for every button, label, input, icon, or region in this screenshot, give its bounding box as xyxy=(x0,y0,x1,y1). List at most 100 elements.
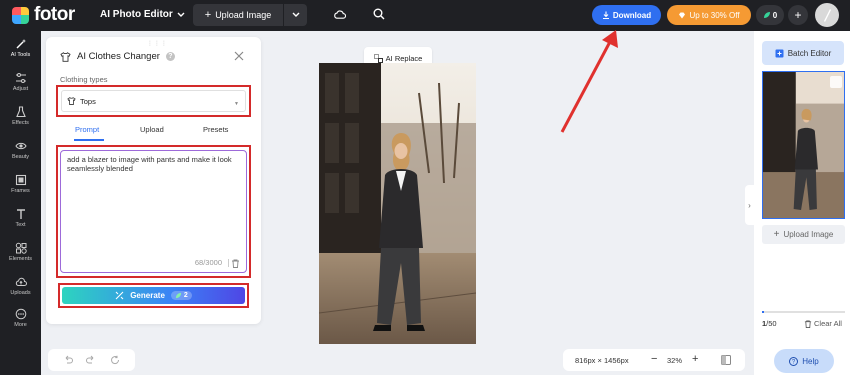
rail-item-elements[interactable]: Elements xyxy=(0,239,41,269)
upload-group: + Upload Image xyxy=(193,4,307,26)
prompt-textarea[interactable]: add a blazer to image with pants and mak… xyxy=(60,150,247,273)
text-icon xyxy=(16,209,25,219)
logo-text: fotor xyxy=(34,4,75,25)
panel-title-text: AI Clothes Changer xyxy=(77,51,160,62)
top-bar: fotor AI Photo Editor + Upload Image Dow… xyxy=(0,0,850,31)
compare-icon[interactable] xyxy=(721,355,731,365)
generate-cost-badge: 2 xyxy=(170,291,192,300)
tab-upload[interactable]: Upload xyxy=(140,125,164,134)
counter-divider xyxy=(228,259,229,267)
rail-item-adjust[interactable]: Adjust xyxy=(0,69,41,99)
clear-all-button[interactable]: Clear All xyxy=(804,319,842,328)
canvas-photo[interactable] xyxy=(319,63,476,344)
rail-item-frames[interactable]: Frames xyxy=(0,171,41,201)
flask-icon xyxy=(15,106,26,118)
reset-icon[interactable] xyxy=(110,355,120,365)
rail-label: Uploads xyxy=(10,290,31,296)
rail-label: Elements xyxy=(9,256,32,262)
rail-item-text[interactable]: Text xyxy=(0,205,41,235)
logo[interactable]: fotor xyxy=(12,5,75,25)
undo-icon[interactable] xyxy=(63,355,73,365)
image-thumbnail[interactable] xyxy=(762,71,845,219)
more-icon xyxy=(15,308,26,320)
sparkle-tools-icon xyxy=(115,291,124,300)
rail-item-beauty[interactable]: Beauty xyxy=(0,137,41,167)
zoom-out-button[interactable]: − xyxy=(651,353,657,365)
search-icon[interactable] xyxy=(373,8,385,20)
woman-in-suit-photo xyxy=(319,63,476,344)
shirt-icon xyxy=(67,97,76,105)
shapes-icon xyxy=(15,242,27,254)
rail-item-more[interactable]: More xyxy=(0,305,41,335)
thumbnail-photo xyxy=(763,72,844,218)
upload-image-label: Upload Image xyxy=(783,230,834,239)
upload-image-button[interactable]: + Upload Image xyxy=(193,4,283,26)
panel-title: AI Clothes Changer ? xyxy=(60,51,175,62)
avatar[interactable] xyxy=(815,3,839,27)
clothing-type-select[interactable]: Tops ▼ xyxy=(61,90,246,112)
thumbnail-options-icon[interactable] xyxy=(830,76,842,88)
clothing-type-value: Tops xyxy=(80,96,96,106)
help-icon: ? xyxy=(789,356,799,366)
generate-highlight: Generate 2 xyxy=(58,283,249,308)
zoom-in-button[interactable]: + xyxy=(692,353,698,365)
upload-dropdown-button[interactable] xyxy=(284,4,307,26)
image-count-total: /50 xyxy=(766,319,777,328)
plus-icon: + xyxy=(773,229,780,240)
rail-label: More xyxy=(14,322,27,328)
active-tab-indicator xyxy=(74,139,104,141)
image-count: 1/50 xyxy=(762,319,777,328)
batch-icon xyxy=(775,49,784,57)
magic-wand-icon xyxy=(16,39,26,49)
trash-icon[interactable] xyxy=(231,259,240,268)
rail-item-uploads[interactable]: Uploads xyxy=(0,273,41,303)
character-counter: 68/3000 xyxy=(194,258,222,267)
batch-editor-button[interactable]: Batch Editor xyxy=(762,41,844,65)
promo-button[interactable]: Up to 30% Off xyxy=(667,5,751,25)
right-panel: Batch Editor + Upload Image 1/50 Clear A… xyxy=(754,31,850,375)
download-label: Download xyxy=(612,10,652,20)
help-button[interactable]: ? Help xyxy=(774,349,834,373)
redo-icon[interactable] xyxy=(86,355,96,365)
cloud-upload-icon xyxy=(15,277,27,286)
rail-label: Frames xyxy=(11,188,30,194)
rail-label: AI Tools xyxy=(10,52,31,58)
plus-icon: + xyxy=(204,9,212,21)
editor-menu[interactable]: AI Photo Editor xyxy=(100,9,185,20)
sliders-icon xyxy=(15,73,26,83)
generate-label: Generate xyxy=(130,291,165,300)
chevron-right-icon: › xyxy=(748,200,751,210)
upload-image-label: Upload Image xyxy=(215,10,272,20)
info-icon[interactable]: ? xyxy=(165,52,175,61)
rail-item-ai-tools[interactable]: AI Tools xyxy=(0,35,41,65)
history-toolbar xyxy=(48,349,135,371)
generate-button[interactable]: Generate 2 xyxy=(62,287,245,304)
drag-handle-icon[interactable]: ⋮⋮⋮ xyxy=(147,40,168,47)
zoom-level[interactable]: 32% xyxy=(667,356,682,365)
credits-badge[interactable]: 0 xyxy=(756,5,784,25)
cloud-icon[interactable] xyxy=(333,8,346,21)
clothing-types-label: Clothing types xyxy=(60,75,108,84)
download-icon xyxy=(602,11,609,19)
rail-item-effects[interactable]: Effects xyxy=(0,103,41,133)
chevron-down-icon xyxy=(177,12,185,17)
close-icon[interactable] xyxy=(234,51,244,61)
prompt-highlight: add a blazer to image with pants and mak… xyxy=(56,145,251,278)
tab-prompt[interactable]: Prompt xyxy=(75,125,99,134)
plus-icon: + xyxy=(794,8,802,22)
upload-image-button-secondary[interactable]: + Upload Image xyxy=(762,225,845,244)
batch-progress-fill xyxy=(762,311,764,313)
tab-presets[interactable]: Presets xyxy=(203,125,228,134)
shirt-icon xyxy=(60,51,71,62)
add-credits-button[interactable]: + xyxy=(788,5,808,25)
ai-replace-icon xyxy=(373,53,383,63)
caret-down-icon: ▼ xyxy=(234,101,239,107)
user-avatar-icon xyxy=(824,9,831,22)
clothes-changer-panel: ⋮⋮⋮ AI Clothes Changer ? Clothing types … xyxy=(46,37,261,324)
leaf-icon xyxy=(175,292,182,299)
rail-label: Effects xyxy=(12,120,29,126)
frame-icon xyxy=(15,174,26,186)
help-label: Help xyxy=(802,356,819,366)
ai-replace-label: AI Replace xyxy=(385,53,423,63)
collapse-right-panel-button[interactable]: › xyxy=(745,185,754,225)
